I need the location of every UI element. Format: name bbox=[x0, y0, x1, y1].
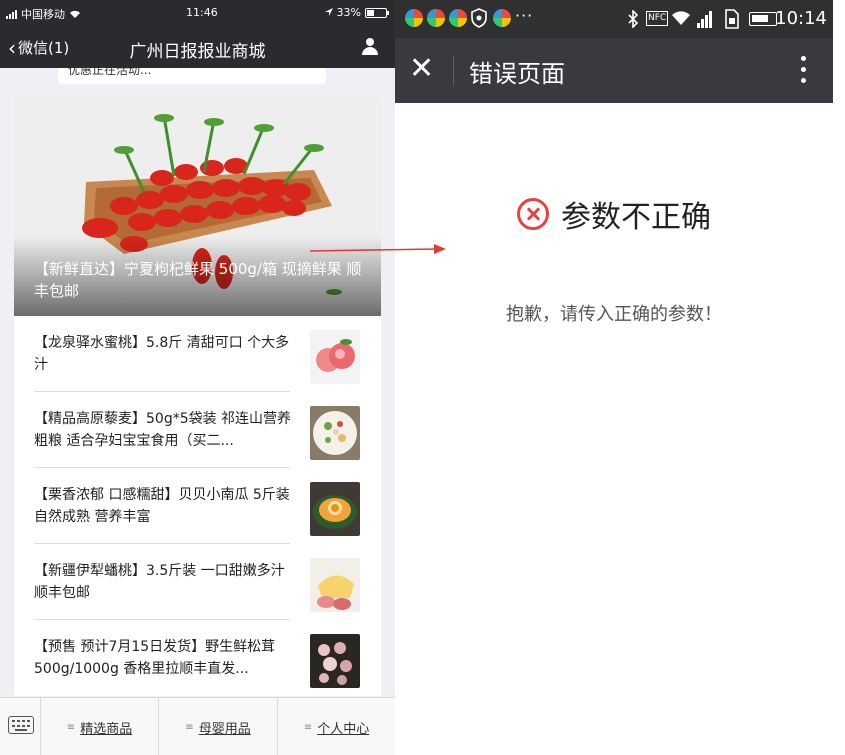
right-status-bar: ··· NFC 10:14 bbox=[395, 0, 833, 38]
tab-maternity-baby[interactable]: ≡ 母婴用品 bbox=[158, 698, 277, 755]
sim-icon bbox=[725, 9, 739, 29]
flat-peach-thumbnail bbox=[310, 558, 360, 612]
bottom-tab-bar: ≡ 精选商品 ≡ 母婴用品 ≡ 个人中心 bbox=[0, 697, 395, 755]
more-options-icon[interactable] bbox=[801, 56, 807, 86]
error-heading: 参数不正确 bbox=[395, 192, 833, 236]
right-phone-screen: ··· NFC 10:14 ✕ 错误页面 参数不正确 抱歉，请传入正确的参数！ bbox=[395, 0, 833, 755]
tab-featured-goods[interactable]: ≡ 精选商品 bbox=[40, 698, 158, 755]
annotation-arrow-icon bbox=[309, 244, 446, 254]
product-list: 【龙泉驿水蜜桃】5.8斤 清甜可口 个大多汁 【精品高原藜麦】50g*5袋装 祁… bbox=[14, 316, 381, 696]
nav-divider bbox=[453, 56, 454, 86]
menu-icon: ≡ bbox=[303, 721, 313, 733]
app-notification-icon bbox=[493, 9, 511, 27]
app-notification-icon bbox=[449, 9, 467, 27]
tab-label: 个人中心 bbox=[317, 721, 370, 737]
quinoa-salad-thumbnail bbox=[310, 406, 360, 460]
list-item[interactable]: 【精品高原藜麦】50g*5袋装 祁连山营养粗粮 适合孕妇宝宝食用（买二... bbox=[34, 392, 364, 468]
shield-icon bbox=[471, 8, 487, 28]
tab-label: 母婴用品 bbox=[198, 721, 251, 737]
close-icon[interactable]: ✕ bbox=[409, 52, 434, 86]
wifi-icon bbox=[70, 10, 80, 18]
list-item[interactable]: 【预售 预计7月15日发货】野生鲜松茸 500g/1000g 香格里拉顺丰直发.… bbox=[34, 620, 364, 696]
screenshot-stage: 中国移动 11:46 33% ‹ 微信(1) 广州日报报业商城 优惠正在活动..… bbox=[0, 0, 845, 755]
page-title: 广州日报报业商城 bbox=[129, 42, 266, 62]
product-title: 【栗香浓郁 口感糯甜】贝贝小南瓜 5斤装 自然成熟 营养丰富 bbox=[34, 487, 290, 525]
app-notification-icon bbox=[405, 9, 423, 27]
bluetooth-icon bbox=[628, 10, 639, 28]
left-status-bar: 中国移动 11:46 33% bbox=[0, 0, 395, 26]
list-item[interactable]: 【龙泉驿水蜜桃】5.8斤 清甜可口 个大多汁 bbox=[34, 316, 364, 392]
user-icon[interactable] bbox=[361, 38, 379, 56]
error-page-nav-bar: ✕ 错误页面 bbox=[395, 38, 833, 103]
pumpkin-thumbnail bbox=[310, 482, 360, 536]
left-phone-screen: 中国移动 11:46 33% ‹ 微信(1) 广州日报报业商城 优惠正在活动..… bbox=[0, 0, 395, 755]
product-title: 【预售 预计7月15日发货】野生鲜松茸 500g/1000g 香格里拉顺丰直发.… bbox=[34, 639, 276, 677]
battery-icon bbox=[365, 7, 389, 18]
right-clock: 10:14 bbox=[775, 8, 827, 29]
left-clock: 11:46 bbox=[186, 6, 218, 19]
wifi-icon bbox=[672, 11, 690, 25]
tab-label: 精选商品 bbox=[80, 721, 133, 737]
signal-icon bbox=[6, 9, 17, 19]
list-item[interactable]: 【栗香浓郁 口感糯甜】贝贝小南瓜 5斤装 自然成熟 营养丰富 bbox=[34, 468, 364, 544]
nfc-icon: NFC bbox=[646, 11, 669, 26]
search-bar-peek[interactable]: 优惠正在活动... bbox=[58, 68, 326, 84]
menu-icon: ≡ bbox=[185, 721, 194, 733]
location-icon bbox=[324, 8, 333, 16]
error-message: 抱歉，请传入正确的参数！ bbox=[506, 304, 722, 325]
list-item[interactable]: 【新疆伊犁蟠桃】3.5斤装 一口甜嫩多汁 顺丰包邮 bbox=[34, 544, 364, 620]
battery-info: 33% bbox=[324, 6, 389, 19]
error-circle-icon bbox=[517, 198, 549, 230]
product-title: 【新疆伊犁蟠桃】3.5斤装 一口甜嫩多汁 顺丰包邮 bbox=[34, 563, 285, 601]
peach-thumbnail bbox=[310, 330, 360, 384]
battery-percent: 33% bbox=[336, 6, 361, 19]
carrier-name: 中国移动 bbox=[21, 8, 65, 21]
page-title: 错误页面 bbox=[469, 60, 565, 88]
tab-personal-center[interactable]: ≡ 个人中心 bbox=[277, 698, 395, 755]
signal-icon bbox=[697, 10, 712, 28]
wechat-nav-bar: ‹ 微信(1) 广州日报报业商城 bbox=[0, 26, 395, 68]
hero-banner[interactable]: 【新鲜直达】宁夏枸杞鲜果 500g/箱 现摘鲜果 顺丰包邮 bbox=[14, 96, 381, 316]
more-notifications: ··· bbox=[515, 6, 534, 25]
menu-icon: ≡ bbox=[66, 721, 76, 733]
battery-icon bbox=[749, 12, 777, 26]
error-title: 参数不正确 bbox=[561, 200, 711, 235]
product-title: 【龙泉驿水蜜桃】5.8斤 清甜可口 个大多汁 bbox=[34, 335, 290, 373]
keyboard-icon[interactable] bbox=[8, 716, 34, 734]
product-title: 【精品高原藜麦】50g*5袋装 祁连山营养粗粮 适合孕妇宝宝食用（买二... bbox=[34, 411, 292, 449]
app-notification-icon bbox=[427, 9, 445, 27]
carrier-info: 中国移动 bbox=[6, 6, 81, 22]
matsutake-thumbnail bbox=[310, 634, 360, 688]
